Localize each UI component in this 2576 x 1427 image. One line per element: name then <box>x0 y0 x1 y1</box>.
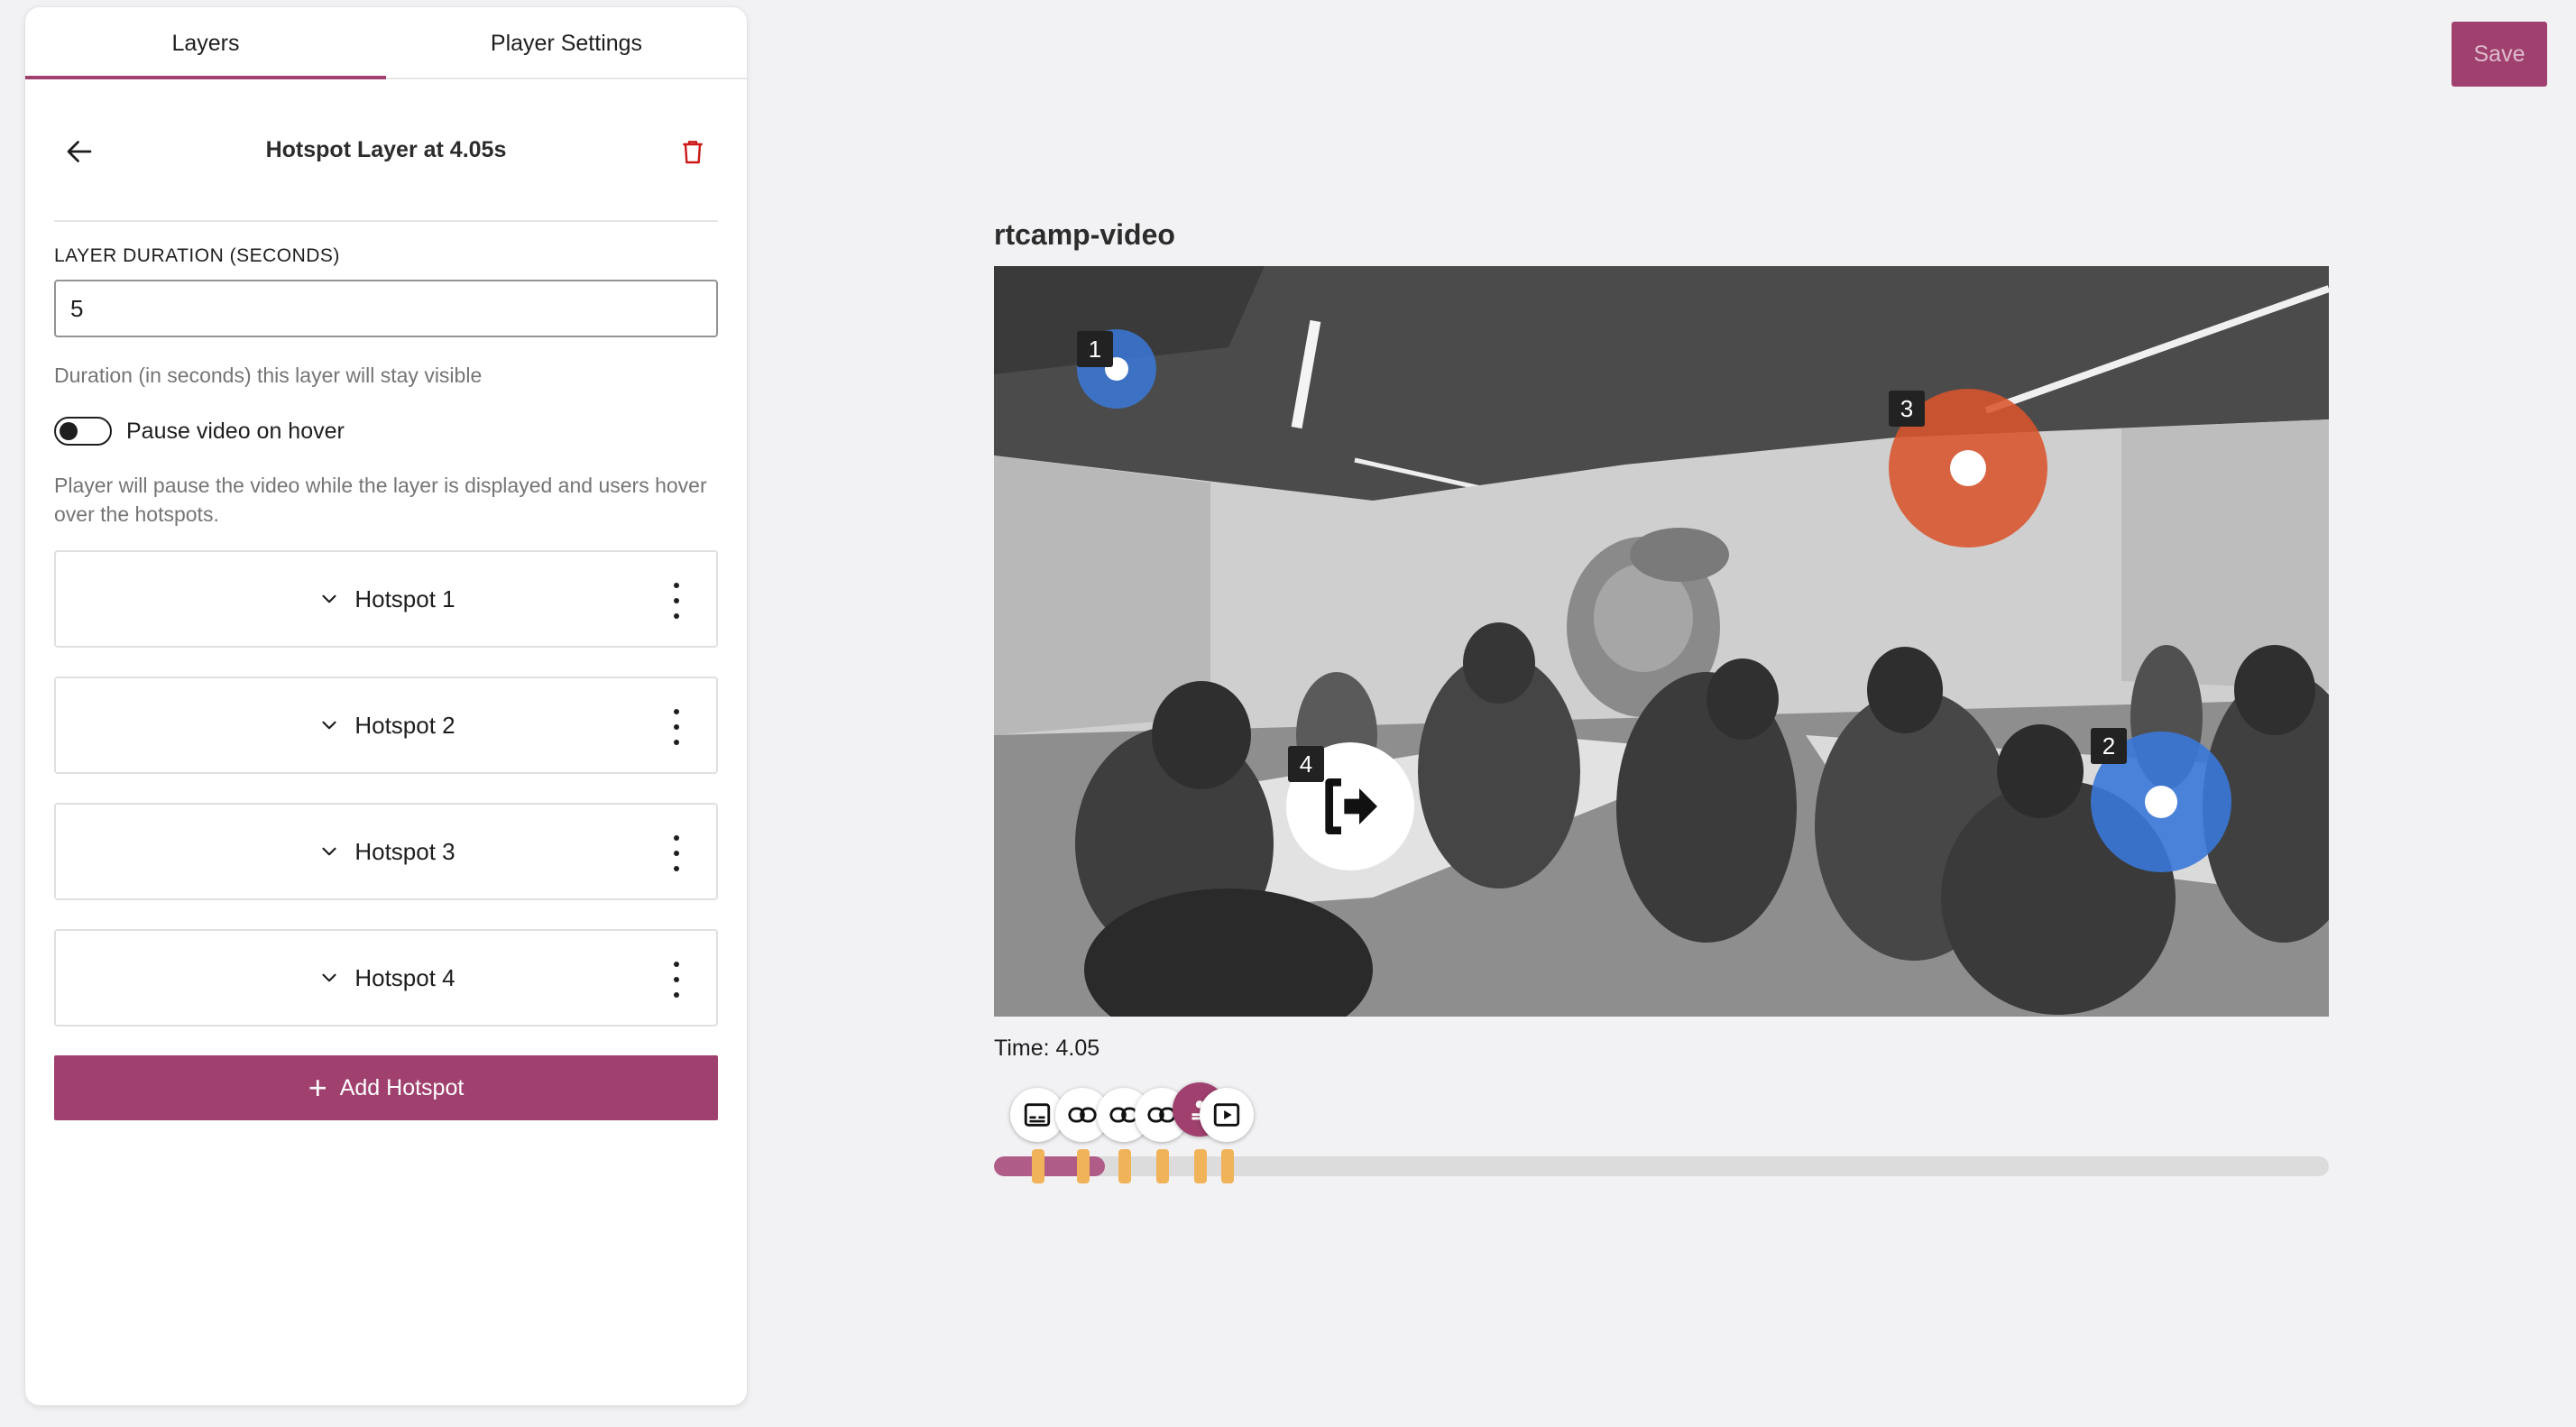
timeline-tick <box>1032 1149 1044 1183</box>
pause-on-hover-toggle[interactable] <box>54 417 112 446</box>
duration-help-text: Duration (in seconds) this layer will st… <box>54 364 483 387</box>
hotspot-label: Hotspot 2 <box>354 711 455 739</box>
layer-duration-label: LAYER DURATION (SECONDS) <box>54 245 340 266</box>
layer-header: Hotspot Layer at 4.05s <box>54 79 718 222</box>
delete-layer-button[interactable] <box>667 126 718 177</box>
chevron-down-icon <box>317 839 342 864</box>
hotspot-label: Hotspot 4 <box>354 963 455 991</box>
timeline-marker-video[interactable] <box>1200 1088 1254 1142</box>
pause-help-text: Player will pause the video while the la… <box>54 474 707 526</box>
save-button[interactable]: Save <box>2452 22 2547 87</box>
panel-tabs: Layers Player Settings <box>25 7 747 79</box>
subtitles-icon <box>1024 1103 1051 1127</box>
video-play-icon <box>1213 1103 1240 1127</box>
link-icon <box>1068 1107 1097 1123</box>
pause-on-hover-row: Pause video on hover <box>54 415 345 447</box>
exit-arrow-icon <box>1325 778 1377 834</box>
trash-icon <box>683 141 703 164</box>
current-time-text: Time: 4.05 <box>994 1036 1100 1061</box>
add-hotspot-button[interactable]: + Add Hotspot <box>54 1055 718 1120</box>
timeline-tick <box>1221 1149 1234 1183</box>
tab-player-settings[interactable]: Player Settings <box>386 7 747 79</box>
layer-duration-input[interactable] <box>54 280 718 337</box>
chevron-down-icon <box>317 713 342 738</box>
video-title: rtcamp-video <box>994 218 1175 251</box>
more-options-icon[interactable] <box>669 709 684 745</box>
pause-on-hover-label: Pause video on hover <box>126 418 345 444</box>
chevron-down-icon <box>317 965 342 990</box>
chevron-down-icon <box>317 586 342 612</box>
hotspot-3-badge: 3 <box>1889 391 1925 427</box>
toggle-knob <box>60 422 78 440</box>
hotspot-label: Hotspot 3 <box>354 837 455 865</box>
more-options-icon[interactable] <box>669 962 684 998</box>
layer-title: Hotspot Layer at 4.05s <box>265 137 507 162</box>
hotspot-4-badge: 4 <box>1288 746 1324 782</box>
more-options-icon[interactable] <box>669 835 684 871</box>
plus-icon: + <box>308 1069 327 1106</box>
video-preview[interactable]: 1 2 3 4 <box>994 266 2329 1017</box>
hotspot-1-badge: 1 <box>1077 331 1113 367</box>
timeline-tick <box>1077 1149 1090 1183</box>
layers-panel: Layers Player Settings Hotspot Layer at … <box>25 7 747 1405</box>
hotspot-2-badge: 2 <box>2091 728 2127 764</box>
hotspot-accordion-3[interactable]: Hotspot 3 <box>54 803 718 900</box>
timeline-tick <box>1156 1149 1169 1183</box>
office-scene-image <box>994 266 2329 1017</box>
tab-layers[interactable]: Layers <box>25 7 386 79</box>
add-hotspot-label: Add Hotspot <box>339 1074 465 1100</box>
more-options-icon[interactable] <box>669 583 684 619</box>
hotspot-label: Hotspot 1 <box>354 585 455 612</box>
hotspot-accordion-4[interactable]: Hotspot 4 <box>54 929 718 1027</box>
timeline-tick <box>1194 1149 1207 1183</box>
hotspot-accordion-1[interactable]: Hotspot 1 <box>54 550 718 648</box>
hotspot-accordion-2[interactable]: Hotspot 2 <box>54 677 718 774</box>
timeline-tick <box>1118 1149 1131 1183</box>
